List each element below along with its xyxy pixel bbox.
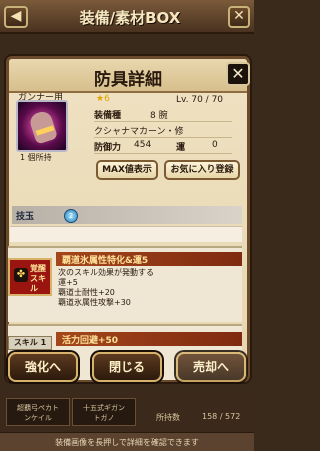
dialog-header: 防具詳細: [9, 59, 247, 93]
awakening-skill-title-strip: 覇道氷属性特化&運5: [56, 252, 242, 266]
count-value: 158 / 572: [202, 412, 241, 421]
skill1-badge: スキル 1: [8, 336, 52, 350]
defense-value: 454: [134, 140, 152, 150]
type-value: 8 腕: [150, 111, 168, 121]
close-icon[interactable]: ✕: [228, 6, 250, 28]
back-arrow-icon[interactable]: ◀: [4, 6, 28, 28]
awake-desc-line: 運+5: [58, 278, 78, 287]
awakening-skill-description: 次のスキル効果が発動する 運+5 覇道士耐性+20 覇道氷属性攻撃+30: [58, 268, 154, 308]
awake-desc-line: 次のスキル効果が発動する: [58, 268, 154, 277]
defense-label: 防御力: [94, 143, 122, 153]
armor-name-row: クシャナマカーン・修: [94, 124, 232, 138]
luck-label: 運: [176, 143, 186, 153]
hint-footer: 装備画像を長押しで詳細を確認できます: [0, 432, 254, 451]
jewel-slot-row: [10, 226, 242, 242]
list-item[interactable]: 超覇弓ペカト ンケイル: [6, 398, 70, 426]
awakening-skill-title: 覇道氷属性特化&運5: [62, 256, 149, 266]
rarity-stars: ★6: [96, 94, 110, 104]
luck-value: 0: [212, 140, 218, 150]
skill1-title: 活力回避+50: [62, 336, 119, 346]
level-text: Lv. 70 / 70: [176, 95, 224, 105]
gear-icon: ✤: [14, 268, 28, 282]
dialog-title: 防具詳細: [94, 70, 162, 90]
jewel-slot-header: 技玉: [12, 206, 242, 224]
screen-title: 装備/素材BOX: [79, 9, 181, 27]
sell-button[interactable]: 売却へ: [176, 352, 246, 382]
awake-desc-line: 覇道氷属性攻撃+30: [58, 298, 131, 307]
armor-stats-row: 防御力 454 運 0: [94, 140, 232, 154]
jewel-icon[interactable]: 2: [64, 209, 78, 223]
owned-count: 1 個所持: [20, 153, 52, 162]
skill1-title-strip: 活力回避+50: [56, 332, 242, 346]
count-label: 所持数: [156, 413, 180, 422]
armor-name: クシャナマカーン・修: [94, 127, 184, 137]
list-item[interactable]: 十五式ギガン トガノ: [72, 398, 136, 426]
box-list-strip: 超覇弓ペカト ンケイル 十五式ギガン トガノ 所持数 158 / 572: [0, 392, 254, 432]
awakening-skill-section: ✤ 覚醒 スキル 覇道氷属性特化&運5 次のスキル効果が発動する 運+5 覇道士耐…: [8, 246, 242, 322]
awakening-skill-label: 覚醒 スキル: [30, 264, 46, 293]
awake-desc-line: 覇道士耐性+20: [58, 288, 115, 297]
top-bar: ◀ 装備/素材BOX ✕: [0, 0, 254, 34]
armor-type-row: 装備種 8 腕: [94, 108, 232, 122]
dialog-close-button[interactable]: ✕: [226, 62, 250, 86]
jewel-slot-label: 技玉: [16, 212, 35, 222]
type-label: 装備種: [94, 111, 122, 121]
favorite-button[interactable]: お気に入り登録: [164, 160, 240, 180]
max-value-button[interactable]: MAX値表示: [96, 160, 158, 180]
armor-thumbnail[interactable]: [16, 100, 68, 152]
close-button[interactable]: 閉じる: [92, 352, 162, 382]
awakening-skill-badge: ✤ 覚醒 スキル: [8, 258, 52, 296]
enhance-button[interactable]: 強化へ: [8, 352, 78, 382]
